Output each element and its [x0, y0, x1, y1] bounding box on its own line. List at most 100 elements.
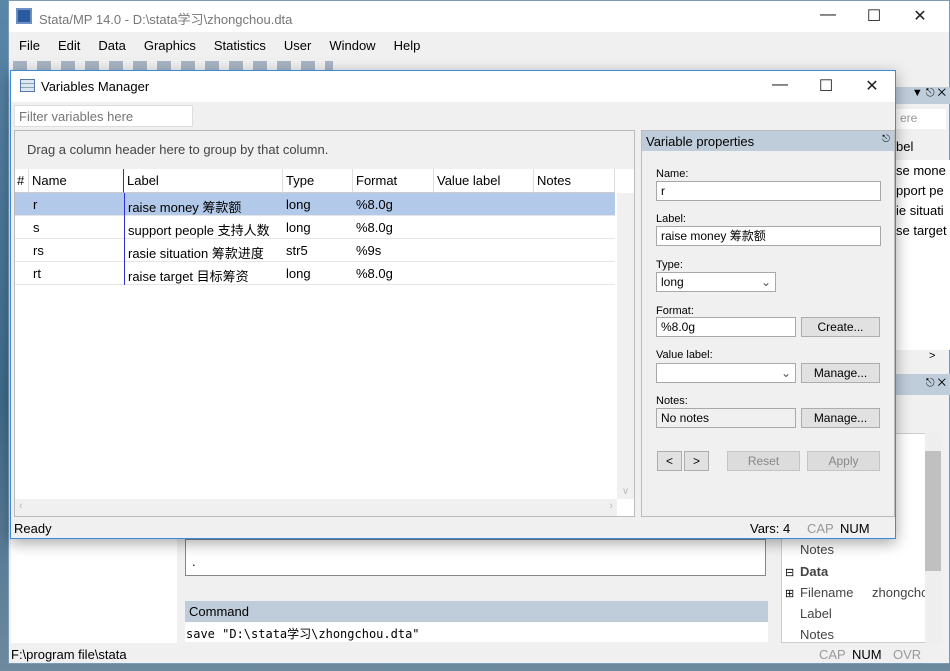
variable-item[interactable]: ie situati [896, 200, 950, 220]
results-window: . [185, 539, 766, 576]
menu-edit[interactable]: Edit [48, 38, 88, 53]
col-header-name[interactable]: Name [29, 169, 124, 193]
pin-icon[interactable]: ⎋ [882, 134, 890, 145]
menu-file[interactable]: File [9, 38, 48, 53]
next-variable-button[interactable]: > [684, 451, 709, 471]
table-row[interactable]: r raise money 筹款额 long %8.0g [15, 193, 615, 216]
dialog-title: Variables Manager [41, 79, 150, 94]
close-button[interactable]: ✕ [897, 6, 943, 26]
cell-format: %9s [356, 243, 382, 258]
dialog-minimize-button[interactable]: — [757, 76, 803, 94]
status-path: F:\program file\stata [11, 647, 127, 662]
reset-button[interactable]: Reset [727, 451, 800, 471]
type-select[interactable]: long ⌄ [656, 272, 776, 292]
variables-list: se mone pport pe ie situati se target [896, 160, 950, 350]
menu-help[interactable]: Help [384, 38, 429, 53]
dialog-status-vars: Vars: 4 [750, 521, 791, 536]
cell-type: long [286, 266, 311, 281]
col-header-notes[interactable]: Notes [534, 169, 615, 193]
dialog-maximize-button[interactable]: ☐ [803, 76, 849, 96]
variables-col-label: bel [896, 139, 914, 154]
cell-label: raise target 目标筹资 [124, 262, 283, 285]
status-ovr: OVR [893, 647, 922, 662]
cell-name: rt [33, 266, 41, 281]
variables-panel-header: ▼ ⎋ ✕ [896, 87, 950, 104]
value-label-select[interactable]: ⌄ [656, 363, 796, 383]
properties-panel-header: ⎋ ✕ [896, 374, 950, 395]
col-header-type[interactable]: Type [283, 169, 353, 193]
type-label: Type: [656, 259, 683, 271]
chevron-down-icon: ⌄ [780, 366, 791, 380]
prop-filename-value: zhongchou [872, 585, 932, 600]
col-header-index[interactable]: # [15, 169, 29, 193]
filter-variables-input[interactable] [14, 105, 193, 127]
notes-field[interactable]: No notes [656, 408, 796, 428]
name-field[interactable]: r [656, 181, 881, 201]
variables-grid: Drag a column header here to group by th… [14, 130, 635, 517]
label-field[interactable]: raise money 筹款额 [656, 226, 881, 246]
status-num: NUM [852, 647, 882, 662]
command-header: Command [185, 601, 768, 622]
command-input[interactable]: save "D:\stata学习\zhongchou.dta" [185, 622, 768, 642]
expand-icon[interactable]: ⊞ [785, 587, 794, 600]
create-button[interactable]: Create... [801, 317, 880, 337]
table-row[interactable]: rt raise target 目标筹资 long %8.0g [15, 262, 615, 285]
name-label: Name: [656, 168, 689, 180]
dialog-title-bar: Variables Manager — ☐ ✕ [11, 71, 895, 102]
menu-graphics[interactable]: Graphics [134, 38, 204, 53]
col-header-format[interactable]: Format [353, 169, 434, 193]
cell-type: long [286, 220, 311, 235]
cell-format: %8.0g [356, 220, 393, 235]
variable-item[interactable]: se target [896, 220, 950, 240]
main-title-bar: Stata/MP 14.0 - D:\stata学习\zhongchou.dta… [9, 1, 949, 32]
minimize-button[interactable]: — [805, 6, 851, 24]
cell-label: raise money 筹款额 [124, 193, 283, 216]
prop-notes-2: Notes [800, 627, 834, 642]
variable-item[interactable]: se mone [896, 160, 950, 180]
notes-label: Notes: [656, 395, 688, 407]
table-icon [20, 79, 35, 92]
manage-notes-button[interactable]: Manage... [801, 408, 880, 428]
data-section: Data [800, 564, 829, 579]
col-header-value-label[interactable]: Value label [434, 169, 534, 193]
col-header-label[interactable]: Label [124, 169, 283, 193]
dialog-close-button[interactable]: ✕ [849, 76, 895, 96]
chevron-down-icon: ⌄ [760, 275, 771, 289]
table-row[interactable]: rs rasie situation 筹款进度 str5 %9s [15, 239, 615, 262]
cell-name: rs [33, 243, 44, 258]
cell-name: s [33, 220, 40, 235]
vertical-scrollbar[interactable]: ∨ [617, 193, 634, 499]
group-by-area[interactable]: Drag a column header here to group by th… [15, 131, 634, 169]
status-cap: CAP [819, 647, 846, 662]
menu-user[interactable]: User [274, 38, 319, 53]
apply-button[interactable]: Apply [807, 451, 880, 471]
stata-logo-icon [16, 8, 32, 24]
dialog-status-ready: Ready [14, 521, 52, 536]
dialog-status-cap: CAP [807, 521, 834, 536]
table-row[interactable]: s support people 支持人数 long %8.0g [15, 216, 615, 239]
manage-value-labels-button[interactable]: Manage... [801, 363, 880, 383]
menu-data[interactable]: Data [88, 38, 133, 53]
dialog-status-num: NUM [840, 521, 870, 536]
scroll-right-icon[interactable]: > [929, 350, 935, 362]
cell-type: str5 [286, 243, 308, 258]
maximize-button[interactable]: ☐ [851, 6, 897, 26]
results-prompt: . [192, 554, 196, 569]
label-label: Label: [656, 213, 686, 225]
main-title: Stata/MP 14.0 - D:\stata学习\zhongchou.dta [39, 12, 293, 27]
variables-filter[interactable]: ere [896, 109, 946, 129]
cell-format: %8.0g [356, 197, 393, 212]
prop-label: Label [800, 606, 832, 621]
cell-label: rasie situation 筹款进度 [124, 239, 283, 262]
variables-manager-dialog: Variables Manager — ☐ ✕ Drag a column he… [10, 70, 896, 539]
data-section-toggle-icon[interactable]: ⊟ [785, 566, 794, 579]
menu-statistics[interactable]: Statistics [204, 38, 274, 53]
menu-window[interactable]: Window [319, 38, 383, 53]
format-field[interactable]: %8.0g [656, 317, 796, 337]
format-label: Format: [656, 305, 694, 317]
cell-format: %8.0g [356, 266, 393, 281]
variable-item[interactable]: pport pe [896, 180, 950, 200]
properties-scrollbar[interactable] [925, 433, 941, 643]
previous-variable-button[interactable]: < [657, 451, 682, 471]
horizontal-scrollbar[interactable]: ‹ › [15, 499, 617, 516]
